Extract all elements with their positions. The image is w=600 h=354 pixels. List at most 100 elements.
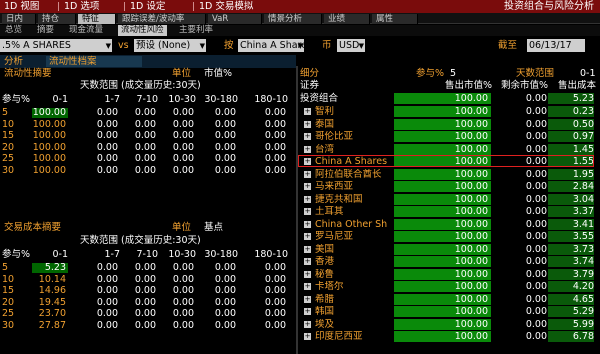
expand-plus-icon[interactable]: +: [304, 120, 311, 128]
table-cell[interactable]: 100.00: [32, 154, 68, 164]
table-cell[interactable]: 0.00: [84, 274, 120, 285]
table-cell[interactable]: 0.00: [198, 263, 238, 273]
tab-var[interactable]: VaR: [208, 14, 262, 24]
table-cell[interactable]: 14.96: [32, 286, 68, 296]
table-cell[interactable]: 0.00: [240, 131, 288, 141]
table-cell[interactable]: 0.00: [122, 142, 158, 153]
subtab-summary[interactable]: 摘要: [34, 25, 57, 36]
table-cell[interactable]: 100.00: [32, 142, 68, 153]
table-row[interactable]: + 香港 100.00 0.00 3.74: [298, 256, 600, 267]
table-cell[interactable]: 0.00: [84, 286, 120, 296]
tab-intraday[interactable]: 日内: [2, 14, 36, 24]
table-row[interactable]: + 韩国 100.00 0.00 5.29: [298, 306, 600, 317]
expand-plus-icon[interactable]: +: [304, 195, 311, 203]
menu-options[interactable]: 1D 选项: [64, 0, 99, 13]
subtab-key-rates[interactable]: 主要利率: [176, 25, 216, 36]
benchmark-field[interactable]: 预设 (None) ▼: [134, 39, 206, 52]
subtab-liquidity-risk[interactable]: 流动性风险: [118, 25, 167, 36]
table-row[interactable]: + 土耳其 100.00 0.00 3.37: [298, 206, 600, 217]
table-cell[interactable]: 0.00: [122, 309, 158, 319]
expand-plus-icon[interactable]: +: [304, 233, 311, 240]
table-cell[interactable]: 0.00: [198, 320, 238, 331]
expand-plus-icon[interactable]: +: [304, 270, 311, 278]
table-cell[interactable]: 0.00: [160, 154, 196, 164]
expand-plus-icon[interactable]: +: [304, 108, 311, 115]
table-cell[interactable]: 0.00: [240, 263, 288, 273]
expand-plus-icon[interactable]: +: [304, 320, 311, 328]
table-row[interactable]: + 阿拉伯联合酋长 100.00 0.00 1.95: [298, 168, 600, 180]
table-row[interactable]: + 台湾 100.00 0.00 1.45: [298, 143, 600, 155]
group-by-field[interactable]: China A Share ▼: [238, 39, 304, 52]
table-cell[interactable]: 0.00: [122, 297, 158, 308]
table-cell[interactable]: 0.00: [160, 108, 196, 118]
expand-plus-icon[interactable]: +: [304, 170, 311, 178]
table-cell[interactable]: 0.00: [122, 274, 158, 285]
table-cell[interactable]: 0.00: [240, 286, 288, 296]
table-row[interactable]: + 智利 100.00 0.00 0.23: [298, 106, 600, 117]
table-cell[interactable]: 0.00: [122, 263, 158, 273]
menu-trade-simulation[interactable]: 1D 交易模拟: [199, 0, 253, 13]
table-cell[interactable]: 0.00: [122, 131, 158, 141]
expand-plus-icon[interactable]: +: [304, 245, 311, 253]
expand-plus-icon[interactable]: +: [304, 220, 311, 228]
expand-plus-icon[interactable]: +: [304, 183, 311, 190]
table-row[interactable]: + 卡塔尔 100.00 0.00 4.20: [298, 281, 600, 292]
table-cell[interactable]: 0.00: [240, 297, 288, 308]
menu-settings[interactable]: 1D 设定: [130, 0, 165, 13]
tab-performance[interactable]: 业绩: [324, 14, 370, 24]
table-row[interactable]: + 哥伦比亚 100.00 0.00 0.97: [298, 131, 600, 142]
table-row[interactable]: + 泰国 100.00 0.00 0.50: [298, 118, 600, 130]
table-cell[interactable]: 0.00: [84, 297, 120, 308]
expand-plus-icon[interactable]: +: [304, 258, 311, 265]
table-row[interactable]: + 罗马尼亚 100.00 0.00 3.55: [298, 231, 600, 242]
table-cell[interactable]: 0.00: [240, 154, 288, 164]
table-cell[interactable]: 0.00: [122, 154, 158, 164]
table-cell[interactable]: 0.00: [160, 263, 196, 273]
table-cell[interactable]: 0.00: [160, 165, 196, 176]
participation-value[interactable]: 5: [450, 69, 456, 79]
table-cell[interactable]: 0.00: [122, 286, 158, 296]
expand-plus-icon[interactable]: +: [304, 295, 311, 303]
tab-attribution[interactable]: 属性: [372, 14, 418, 24]
menu-view[interactable]: 1D 视图: [4, 0, 39, 13]
table-cell[interactable]: 0.00: [122, 165, 158, 176]
table-row[interactable]: + 马来西亚 100.00 0.00 2.84: [298, 181, 600, 192]
table-cell[interactable]: 0.00: [160, 297, 196, 308]
table-cell[interactable]: 0.00: [240, 119, 288, 130]
table-cell[interactable]: 0.00: [160, 274, 196, 285]
table-cell[interactable]: 0.00: [84, 154, 120, 164]
table-cell[interactable]: 100.00: [32, 131, 68, 141]
subtab-cashflow[interactable]: 现金流量: [66, 25, 106, 36]
currency-field[interactable]: USD ▼: [337, 39, 365, 52]
table-cell[interactable]: 0.00: [160, 131, 196, 141]
table-cell[interactable]: 0.00: [84, 320, 120, 331]
unit-value[interactable]: 市值%: [204, 69, 232, 79]
table-cell[interactable]: 19.45: [32, 297, 68, 308]
subtab-overview[interactable]: 总览: [2, 25, 25, 36]
expand-plus-icon[interactable]: +: [304, 308, 311, 315]
as-of-date-field[interactable]: 06/13/17: [527, 39, 585, 52]
table-cell[interactable]: 0.00: [198, 154, 238, 164]
table-row[interactable]: + 捷克共和国 100.00 0.00 3.04: [298, 193, 600, 205]
table-cell[interactable]: 0.00: [198, 297, 238, 308]
days-range-value[interactable]: 0-1: [580, 69, 596, 79]
table-cell[interactable]: 0.00: [240, 142, 288, 153]
table-cell[interactable]: 0.00: [84, 108, 120, 118]
table-cell[interactable]: 0.00: [122, 119, 158, 130]
table-row[interactable]: + 希腊 100.00 0.00 4.65: [298, 293, 600, 305]
table-cell[interactable]: 0.00: [84, 119, 120, 130]
expand-plus-icon[interactable]: +: [304, 208, 311, 215]
table-cell[interactable]: 23.70: [32, 309, 68, 319]
table-cell[interactable]: 100.00: [32, 119, 68, 130]
expand-plus-icon[interactable]: +: [304, 283, 311, 290]
table-cell[interactable]: 0.00: [160, 119, 196, 130]
table-cell[interactable]: 0.00: [198, 108, 238, 118]
table-cell[interactable]: 0.00: [198, 119, 238, 130]
table-cell[interactable]: 0.00: [198, 142, 238, 153]
table-cell[interactable]: 0.00: [160, 320, 196, 331]
table-cell[interactable]: 0.00: [240, 274, 288, 285]
analysis-select[interactable]: 流动性档案: [46, 56, 142, 67]
table-cell[interactable]: 100.00: [32, 108, 68, 118]
table-cell[interactable]: 0.00: [198, 309, 238, 319]
table-cell[interactable]: 0.00: [160, 309, 196, 319]
